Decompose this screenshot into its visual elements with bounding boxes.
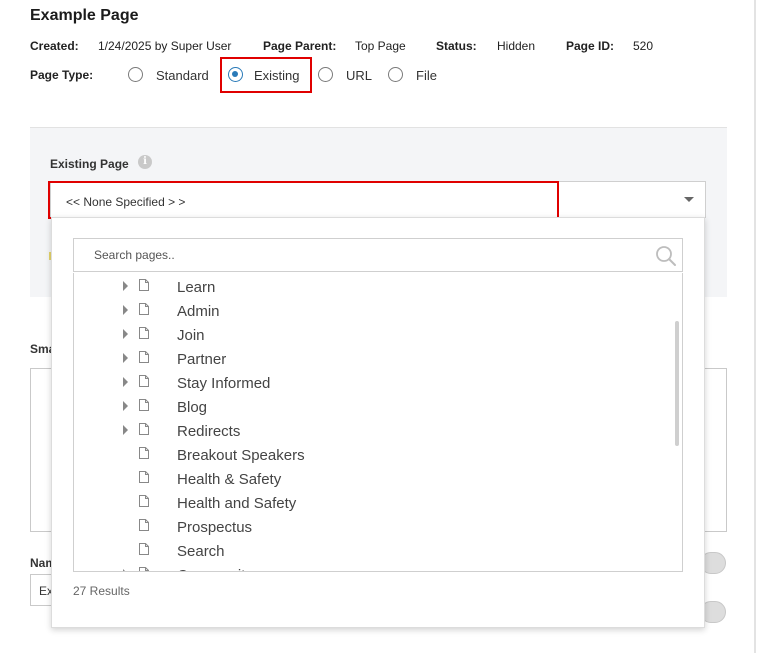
caret-right-icon[interactable] bbox=[123, 353, 128, 363]
tree-row[interactable]: Stay Informed bbox=[74, 370, 674, 394]
page-icon bbox=[139, 375, 149, 387]
tree-item-label: Redirects bbox=[177, 423, 241, 440]
tree-row[interactable]: Blog bbox=[74, 394, 674, 418]
tree-row[interactable]: Join bbox=[74, 322, 674, 346]
page-parent-value: Top Page bbox=[355, 39, 406, 53]
page-icon bbox=[139, 519, 149, 531]
tree-item-label: Join bbox=[177, 327, 205, 344]
tree-row[interactable]: Health and Safety bbox=[74, 490, 674, 514]
search-icon[interactable] bbox=[655, 245, 677, 267]
caret-right-icon[interactable] bbox=[123, 377, 128, 387]
page-type-label: Page Type: bbox=[30, 68, 94, 82]
caret-right-icon[interactable] bbox=[123, 569, 128, 571]
page-parent-label: Page Parent: bbox=[263, 39, 337, 53]
created-value: 1/24/2025 by Super User bbox=[98, 39, 232, 53]
caret-right-icon[interactable] bbox=[123, 425, 128, 435]
tree-item-label: Partner bbox=[177, 351, 227, 368]
page-type-standard-radio[interactable] bbox=[128, 67, 143, 82]
tree-row[interactable]: Health & Safety bbox=[74, 466, 674, 490]
tree-row[interactable]: Admin bbox=[74, 298, 674, 322]
tree-row[interactable]: Prospectus bbox=[74, 514, 674, 538]
text-area-right[interactable] bbox=[704, 368, 727, 532]
existing-highlight-box bbox=[220, 57, 312, 93]
results-count: 27 Results bbox=[73, 584, 130, 598]
page-icon bbox=[139, 279, 149, 291]
tree-row[interactable]: Community bbox=[74, 562, 674, 571]
caret-right-icon[interactable] bbox=[123, 305, 128, 315]
page-id-label: Page ID: bbox=[566, 39, 615, 53]
tree-item-label: Blog bbox=[177, 399, 208, 416]
tree-item-label: Health & Safety bbox=[177, 471, 282, 488]
existing-page-label: Existing Page bbox=[50, 157, 129, 171]
page-icon bbox=[139, 447, 149, 459]
page-icon bbox=[139, 471, 149, 483]
page-icon bbox=[139, 495, 149, 507]
select-highlight-box bbox=[48, 181, 559, 219]
created-label: Created: bbox=[30, 39, 79, 53]
status-label: Status: bbox=[436, 39, 477, 53]
page-icon bbox=[139, 399, 149, 411]
page-icon bbox=[139, 327, 149, 339]
page-icon bbox=[139, 543, 149, 555]
page-icon bbox=[139, 423, 149, 435]
tree-row[interactable]: Search bbox=[74, 538, 674, 562]
tree-item-label: Breakout Speakers bbox=[177, 447, 305, 464]
scrollbar-thumb[interactable] bbox=[675, 321, 679, 446]
page-icon bbox=[139, 567, 149, 571]
page-tree-list[interactable]: Learn Admin Join Partner Stay Informed Blog Re… bbox=[73, 273, 683, 572]
page-type-url-label[interactable]: URL bbox=[346, 68, 372, 83]
chevron-down-icon[interactable] bbox=[684, 197, 694, 202]
caret-right-icon[interactable] bbox=[123, 281, 128, 291]
tree-row[interactable]: Partner bbox=[74, 346, 674, 370]
tree-item-label: Learn bbox=[177, 279, 216, 296]
tree-item-label: Search bbox=[177, 543, 225, 560]
info-icon[interactable]: i bbox=[138, 155, 152, 169]
tree-item-label: Prospectus bbox=[177, 519, 253, 536]
caret-right-icon[interactable] bbox=[123, 401, 128, 411]
tree-item-label: Stay Informed bbox=[177, 375, 271, 392]
tree-item-label: Admin bbox=[177, 303, 220, 320]
page-icon bbox=[139, 351, 149, 363]
status-value: Hidden bbox=[497, 39, 536, 53]
tree-row[interactable]: Redirects bbox=[74, 418, 674, 442]
search-input[interactable] bbox=[74, 239, 654, 271]
tree-row[interactable]: Learn bbox=[74, 274, 674, 298]
page-title: Example Page bbox=[30, 7, 139, 24]
page-type-file-radio[interactable] bbox=[388, 67, 403, 82]
page-icon bbox=[139, 303, 149, 315]
tree-item-label: Community bbox=[177, 567, 253, 571]
page-id-value: 520 bbox=[633, 39, 654, 53]
page-type-standard-label[interactable]: Standard bbox=[156, 68, 209, 83]
tree-row[interactable]: Breakout Speakers bbox=[74, 442, 674, 466]
page-right-border bbox=[754, 0, 756, 653]
caret-right-icon[interactable] bbox=[123, 329, 128, 339]
page-type-url-radio[interactable] bbox=[318, 67, 333, 82]
page-type-file-label[interactable]: File bbox=[416, 68, 437, 83]
tree-item-label: Health and Safety bbox=[177, 495, 297, 512]
search-box[interactable] bbox=[73, 238, 683, 272]
